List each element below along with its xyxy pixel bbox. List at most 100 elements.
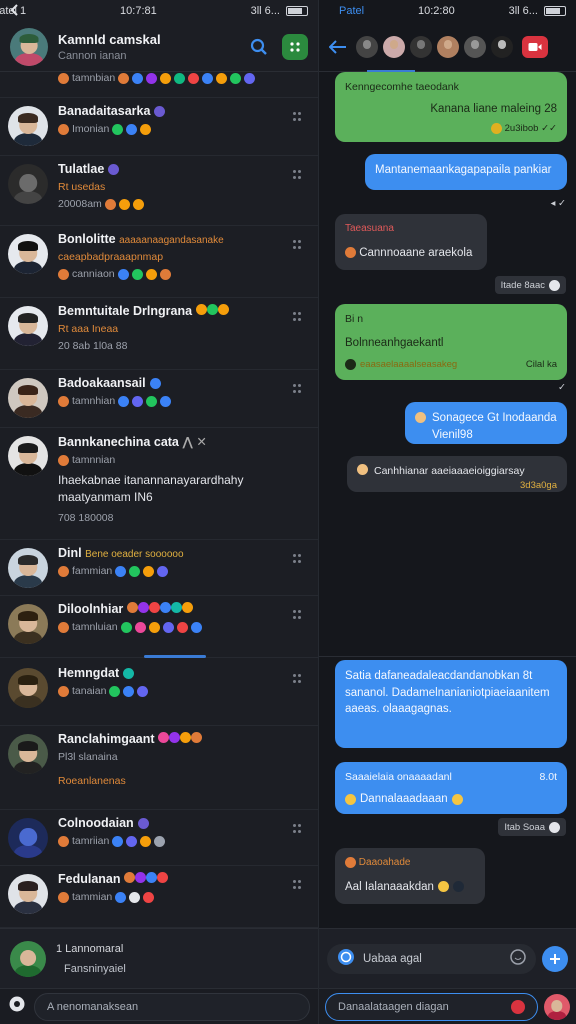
emoji-icon bbox=[357, 464, 368, 475]
drag-handle-icon[interactable] bbox=[293, 384, 302, 393]
back-arrow-icon[interactable] bbox=[325, 39, 351, 54]
list-item[interactable]: Hemngdat tanaian bbox=[0, 660, 318, 726]
message-title: Taeasuana bbox=[345, 223, 394, 234]
drag-handle-icon[interactable] bbox=[293, 240, 302, 249]
message-bubble[interactable]: Satia dafaneadaleacdandanobkan 8t sanano… bbox=[335, 660, 567, 748]
left-bottom-bar: A nenomanaksean bbox=[0, 988, 318, 1024]
emoji-picker-icon[interactable] bbox=[510, 949, 526, 968]
verified-icon bbox=[108, 164, 120, 176]
drag-handle-icon[interactable] bbox=[293, 554, 302, 563]
list-item[interactable]: Dinl Bene oeader soooooo fammian bbox=[0, 540, 318, 596]
reaction-icon bbox=[160, 72, 172, 84]
read-receipt-icon: ◂ ✓ bbox=[550, 198, 566, 209]
message-body: Cannnoaane araekola bbox=[359, 246, 473, 259]
drag-handle-icon[interactable] bbox=[293, 312, 302, 321]
chat-preview: Rt usedas bbox=[58, 181, 106, 193]
chat-name: Badoakaansail bbox=[58, 376, 146, 390]
participant-avatar[interactable] bbox=[491, 35, 513, 58]
apps-grid-icon[interactable] bbox=[282, 33, 308, 60]
list-item[interactable]: Bemntuitale Drlngrana Rt aaa Ineaa 20 8a… bbox=[0, 298, 318, 370]
chat-name: Bemntuitale Drlngrana bbox=[58, 304, 193, 318]
reaction-icon bbox=[181, 602, 193, 613]
chat-preview: tamnnian bbox=[72, 454, 116, 466]
settings-icon[interactable] bbox=[8, 995, 26, 1018]
drag-handle-icon[interactable] bbox=[293, 112, 302, 121]
participant-avatar[interactable] bbox=[464, 35, 486, 58]
list-item[interactable]: Fedulanan tammian bbox=[0, 866, 318, 928]
message-bubble[interactable]: Canhhianar aaeiaaaeioiggiarsay 3d3a0ga bbox=[347, 456, 567, 492]
reaction-icon bbox=[137, 602, 149, 613]
message-bubble[interactable]: Bi n Bolnneanhgaekantl eaasaelaaaalseasa… bbox=[335, 304, 567, 380]
list-item[interactable]: Colnoodaian tamriian bbox=[0, 810, 318, 866]
chat-name: Hemngdat bbox=[58, 666, 120, 680]
search-icon[interactable] bbox=[246, 34, 272, 60]
message-bubble[interactable]: Mantanemaankagapapaila pankiar bbox=[365, 154, 567, 190]
chat-name: Tulatlae bbox=[58, 162, 105, 176]
avatar bbox=[8, 604, 48, 644]
chat-preview: Rt aaa Ineaa bbox=[58, 323, 119, 335]
chat-name-suffix: Bene oeader soooooo bbox=[85, 549, 184, 560]
emoji-icon bbox=[490, 122, 502, 134]
status-icons: 3ll 6... bbox=[251, 5, 308, 17]
reaction-icon bbox=[195, 304, 207, 315]
list-item[interactable]: Bonlolitte aaaaanaagandasanake caeapbadp… bbox=[0, 226, 318, 298]
reply-input[interactable]: Danaalataagen diagan bbox=[325, 992, 538, 1021]
add-button[interactable] bbox=[542, 945, 568, 972]
footer-title: 1 Lannomaral bbox=[56, 942, 124, 955]
reaction-icon bbox=[180, 732, 192, 743]
reaction-icon bbox=[191, 732, 203, 743]
list-item[interactable]: Ranclahimgaant Pl3l slanaina Roeanlanena… bbox=[0, 726, 318, 810]
message-bubble[interactable]: Taeasuana Cannnoaane araekola bbox=[335, 214, 487, 270]
participant-avatar[interactable] bbox=[410, 35, 432, 58]
avatar bbox=[8, 668, 48, 708]
message-bubble[interactable]: Kenngecomhe taeodank Kanana liane malein… bbox=[335, 72, 567, 142]
reaction-icon bbox=[120, 621, 132, 633]
verified-icon bbox=[123, 668, 135, 680]
message-bubble[interactable]: Saaaielaia onaaaadanl 8.0t Dannalaaadaaan bbox=[335, 762, 567, 814]
message-title: Daaoahade bbox=[358, 857, 411, 868]
self-avatar[interactable] bbox=[544, 993, 570, 1020]
drag-handle-icon[interactable] bbox=[293, 674, 302, 683]
reaction-icon bbox=[129, 891, 141, 903]
participant-avatar[interactable] bbox=[356, 35, 378, 58]
drag-handle-icon[interactable] bbox=[293, 880, 302, 889]
self-avatar[interactable] bbox=[10, 940, 46, 977]
message-body: Sonagece Gt Inodaanda Vienil98 bbox=[432, 412, 557, 441]
drag-handle-icon[interactable] bbox=[293, 824, 302, 833]
profile-avatar[interactable] bbox=[10, 27, 48, 66]
search-input[interactable]: A nenomanaksean bbox=[34, 992, 310, 1021]
participant-avatar[interactable] bbox=[437, 35, 459, 58]
emoji-icon bbox=[345, 246, 356, 258]
list-item[interactable]: Banadaitasarka Imonian bbox=[0, 98, 318, 156]
verified-icon bbox=[137, 818, 149, 830]
list-item[interactable]: Bannkanechina cata ⋀ ✕ tamnnian Ihaekabn… bbox=[0, 428, 318, 540]
message-bubble[interactable]: Daaoahade Aal Ialanaaakdan bbox=[335, 848, 485, 904]
video-call-icon[interactable] bbox=[522, 35, 548, 58]
reaction-icon bbox=[58, 685, 69, 697]
reaction-icon bbox=[216, 72, 228, 84]
clock-label: 10:2:80 bbox=[418, 5, 455, 17]
list-item[interactable]: Tulatlae Rt usedas 20008am bbox=[0, 156, 318, 226]
voice-icon[interactable] bbox=[337, 948, 355, 969]
message-body: Canhhianar aaeiaaaeioiggiarsay bbox=[374, 465, 525, 477]
record-icon[interactable] bbox=[511, 999, 525, 1014]
timestamp-text: Itade 8aac bbox=[500, 279, 545, 291]
participant-avatar[interactable] bbox=[383, 35, 405, 58]
message-body: Kanana liane maleing 28 bbox=[430, 103, 557, 116]
message-bubble[interactable]: Sonagece Gt Inodaanda Vienil98 bbox=[405, 402, 567, 444]
message-timestamp: Itade 8aac bbox=[494, 276, 566, 294]
reaction-icon bbox=[118, 198, 130, 210]
list-item[interactable]: Diloolnhiar tamnluian bbox=[0, 596, 318, 658]
drag-handle-icon[interactable] bbox=[293, 610, 302, 619]
avatar bbox=[8, 378, 48, 418]
reaction-icon bbox=[176, 621, 188, 633]
list-item[interactable]: tamnbian bbox=[0, 72, 318, 98]
reaction-icon bbox=[112, 835, 124, 847]
chat-preview: tamnluian bbox=[72, 621, 118, 633]
list-item[interactable]: Badoakaansail tamnhian bbox=[0, 370, 318, 428]
drag-handle-icon[interactable] bbox=[293, 170, 302, 179]
signal-label: 3ll 6... bbox=[250, 5, 280, 17]
chat-status: canniaon bbox=[72, 268, 115, 280]
message-input[interactable]: Uabaa agal bbox=[327, 943, 536, 974]
reaction-icon bbox=[123, 685, 135, 697]
